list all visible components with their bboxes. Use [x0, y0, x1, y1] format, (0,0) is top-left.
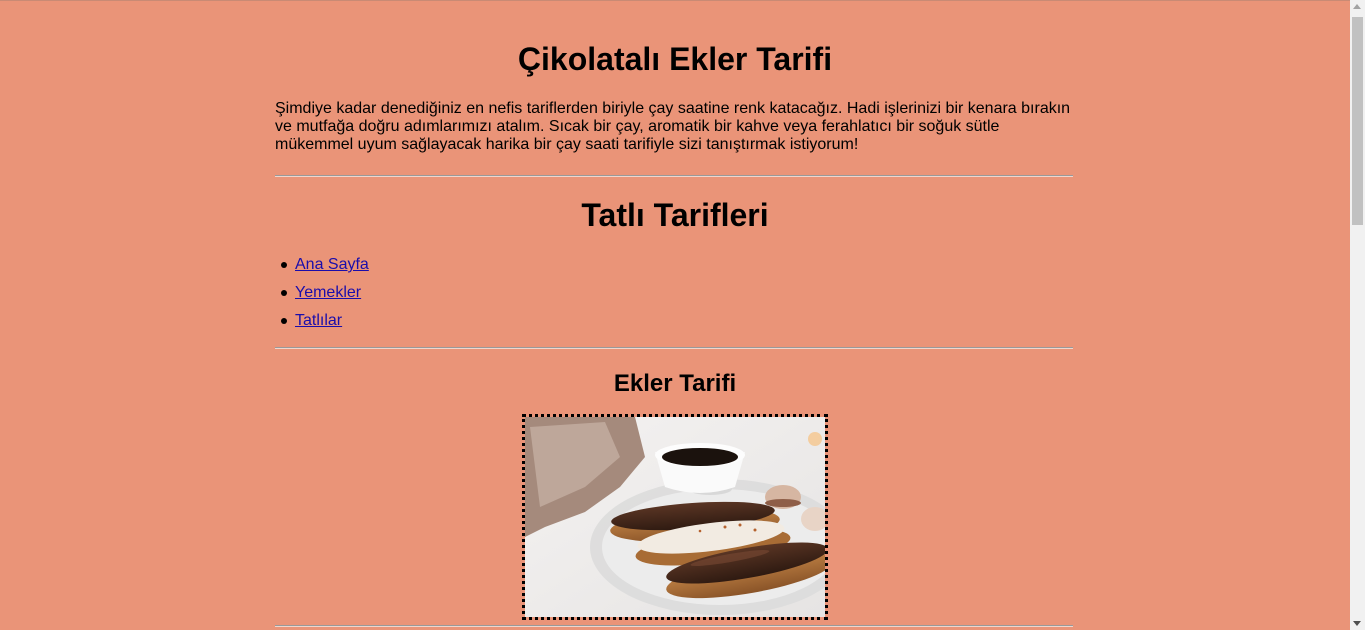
section-title: Tatlı Tarifleri [581, 197, 769, 233]
scroll-down-icon[interactable] [1353, 621, 1361, 626]
nav-link-meals[interactable]: Yemekler [295, 284, 361, 301]
scrollbar-thumb[interactable] [1352, 17, 1363, 225]
nav-item-desserts: Tatlılar [281, 310, 369, 338]
divider [275, 625, 1073, 627]
nav-link-desserts[interactable]: Tatlılar [295, 312, 342, 329]
nav-item-home: Ana Sayfa [281, 254, 369, 282]
vertical-scrollbar[interactable] [1350, 0, 1365, 630]
scroll-up-icon[interactable] [1353, 4, 1361, 9]
page-title: Çikolatalı Ekler Tarifi [517, 41, 833, 77]
recipe-heading: Ekler Tarifi [613, 370, 737, 397]
intro-paragraph: Şimdiye kadar denediğiniz en nefis tarif… [275, 100, 1071, 153]
divider [275, 347, 1073, 349]
window-top-border [0, 0, 1350, 1]
nav-link-home[interactable]: Ana Sayfa [295, 256, 369, 273]
eclair-photo [522, 414, 828, 620]
nav-item-meals: Yemekler [281, 282, 369, 310]
divider [275, 175, 1073, 177]
nav-list: Ana Sayfa Yemekler Tatlılar [275, 254, 369, 338]
